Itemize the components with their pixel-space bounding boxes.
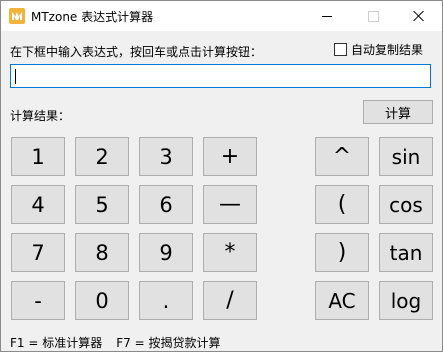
key-8[interactable]: 8 [75, 233, 129, 272]
key-0[interactable]: 0 [75, 281, 129, 320]
key-right-paren[interactable]: ) [315, 233, 369, 272]
minimize-icon [322, 15, 332, 17]
close-button[interactable] [396, 1, 442, 31]
key-sin[interactable]: sin [379, 137, 433, 176]
key-2[interactable]: 2 [75, 137, 129, 176]
checkbox-box[interactable] [334, 43, 347, 56]
key-log[interactable]: log [379, 281, 433, 320]
window-title: MTzone 表达式计算器 [31, 10, 154, 24]
expression-prompt: 在下框中输入表达式，按回车或点击计算按钮： [10, 45, 263, 59]
auto-copy-checkbox[interactable]: 自动复制结果 [334, 41, 423, 58]
key-1[interactable]: 1 [11, 137, 65, 176]
app-window: MTzone 表达式计算器 在下框中输入表达式，按回车或点击计算按钮： 自动复制… [0, 0, 443, 352]
expression-input[interactable] [10, 64, 431, 88]
calculate-button[interactable]: 计算 [363, 100, 433, 124]
maximize-button[interactable] [350, 1, 396, 31]
key-7[interactable]: 7 [11, 233, 65, 272]
shortcut-f7: F7 = 按揭贷款计算 [116, 336, 221, 350]
key-cos[interactable]: cos [379, 185, 433, 224]
result-label: 计算结果： [10, 109, 71, 123]
shortcut-f1: F1 = 标准计算器 [10, 336, 103, 350]
key-5[interactable]: 5 [75, 185, 129, 224]
app-logo-icon [9, 8, 25, 24]
minimize-button[interactable] [304, 1, 350, 31]
title-bar: MTzone 表达式计算器 [1, 1, 442, 31]
key-power[interactable]: ^ [315, 137, 369, 176]
key-4[interactable]: 4 [11, 185, 65, 224]
key-6[interactable]: 6 [139, 185, 193, 224]
maximize-icon [367, 10, 379, 22]
key-multiply[interactable]: * [203, 233, 257, 272]
key-negative[interactable]: - [11, 281, 65, 320]
shortcut-footer: F1 = 标准计算器 F7 = 按揭贷款计算 [10, 334, 234, 351]
key-dot[interactable]: . [139, 281, 193, 320]
text-caret [15, 69, 16, 84]
key-divide[interactable]: / [203, 281, 257, 320]
key-9[interactable]: 9 [139, 233, 193, 272]
auto-copy-label: 自动复制结果 [351, 43, 424, 57]
key-ac[interactable]: AC [315, 281, 369, 320]
key-minus-long[interactable]: — [203, 185, 257, 224]
close-icon [413, 10, 425, 22]
key-tan[interactable]: tan [379, 233, 433, 272]
key-3[interactable]: 3 [139, 137, 193, 176]
key-left-paren[interactable]: ( [315, 185, 369, 224]
key-plus[interactable]: + [203, 137, 257, 176]
